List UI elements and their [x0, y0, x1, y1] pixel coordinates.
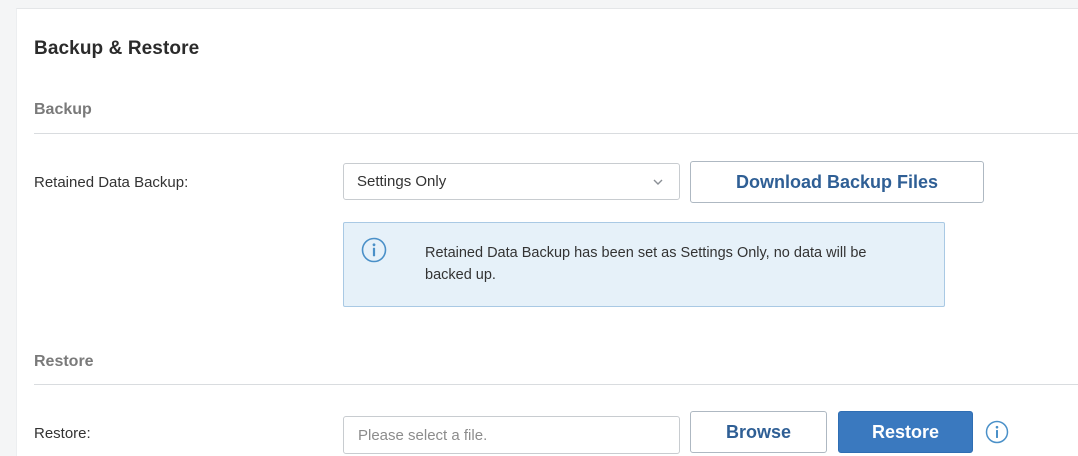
info-icon [361, 237, 387, 263]
chevron-down-icon [653, 179, 663, 185]
select-value: Settings Only [357, 173, 447, 190]
notice-text: Retained Data Backup has been set as Set… [425, 245, 867, 283]
section-title-restore: Restore [34, 353, 94, 370]
restore-label: Restore: [34, 425, 91, 442]
section-divider [34, 384, 1078, 385]
page-title: Backup & Restore [34, 38, 200, 59]
section-title-backup: Backup [34, 101, 92, 118]
retained-data-backup-select[interactable]: Settings Only [343, 163, 680, 200]
browse-button[interactable]: Browse [690, 411, 827, 453]
restore-button[interactable]: Restore [838, 411, 973, 453]
restore-file-input[interactable] [343, 416, 680, 454]
section-divider [34, 133, 1078, 134]
download-backup-files-button[interactable]: Download Backup Files [690, 161, 984, 203]
info-notice: Retained Data Backup has been set as Set… [343, 222, 945, 307]
info-icon[interactable] [985, 420, 1009, 444]
retained-data-backup-label: Retained Data Backup: [34, 174, 189, 191]
